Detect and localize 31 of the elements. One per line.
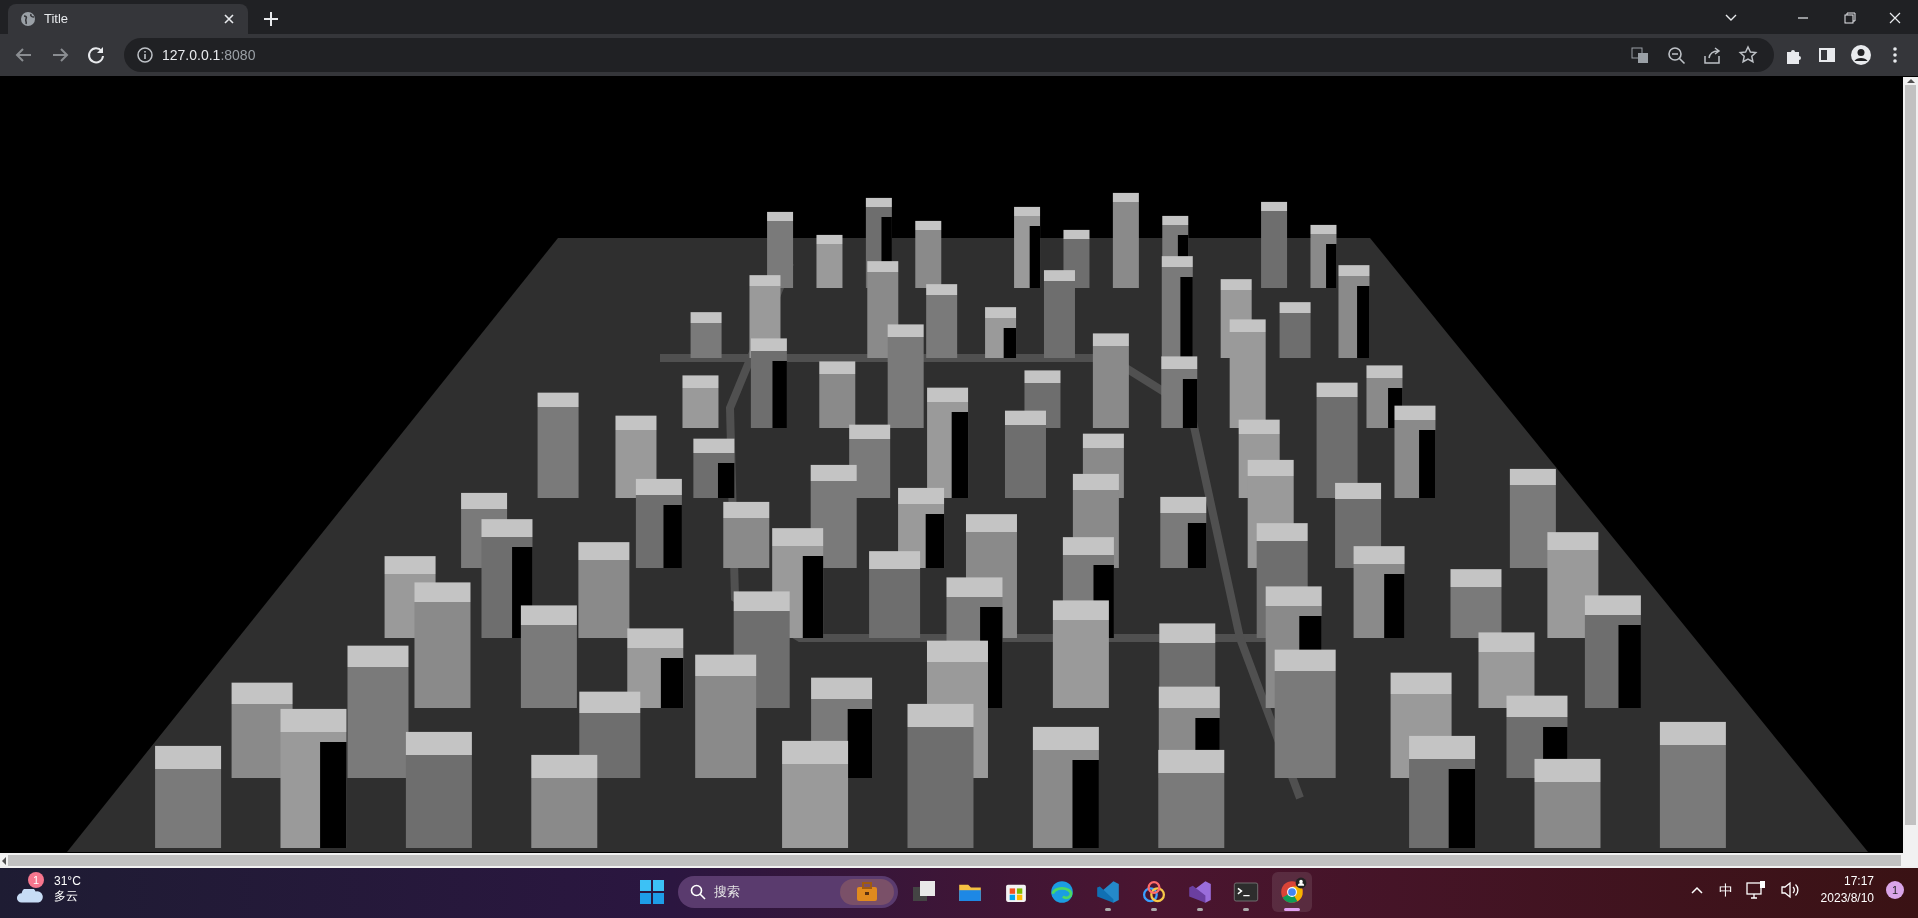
search-placeholder: 搜索	[714, 883, 741, 902]
running-indicator	[1243, 908, 1249, 911]
address-bar[interactable]: 127.0.0.1:8080	[124, 38, 1774, 72]
briefcase-icon[interactable]	[855, 882, 879, 902]
clock[interactable]: 17:17 2023/8/10	[1820, 873, 1874, 907]
profile-icon[interactable]	[1850, 44, 1872, 66]
network-icon[interactable]	[1744, 879, 1767, 901]
horizontal-scrollbar[interactable]	[0, 853, 1903, 868]
share-icon[interactable]	[1701, 44, 1723, 66]
input-method-indicator[interactable]: 中	[1718, 879, 1733, 901]
url-text: 127.0.0.1:8080	[162, 45, 256, 65]
translate-icon[interactable]	[1629, 44, 1651, 66]
running-indicator	[1197, 908, 1203, 911]
vertical-scrollbar[interactable]	[1903, 77, 1918, 868]
running-indicator	[1151, 908, 1157, 911]
zoom-out-icon[interactable]	[1665, 44, 1687, 66]
weather-condition: 多云	[54, 889, 79, 904]
info-icon[interactable]	[136, 46, 154, 64]
cloud-icon[interactable]	[16, 889, 44, 905]
weather-badge: 1	[28, 872, 44, 888]
temperature-text: 31°C	[54, 874, 81, 889]
running-indicator	[1105, 908, 1111, 911]
browser-tab[interactable]: Title	[8, 4, 248, 34]
bookmark-star-icon[interactable]	[1737, 44, 1759, 66]
search-field[interactable]: 搜索	[678, 876, 898, 908]
running-indicator	[1284, 908, 1300, 911]
globe-icon[interactable]	[20, 11, 36, 27]
close-tab-icon[interactable]	[222, 12, 236, 26]
volume-icon[interactable]	[1778, 879, 1801, 901]
notification-badge[interactable]: 1	[1886, 881, 1904, 899]
search-icon[interactable]	[690, 884, 706, 900]
